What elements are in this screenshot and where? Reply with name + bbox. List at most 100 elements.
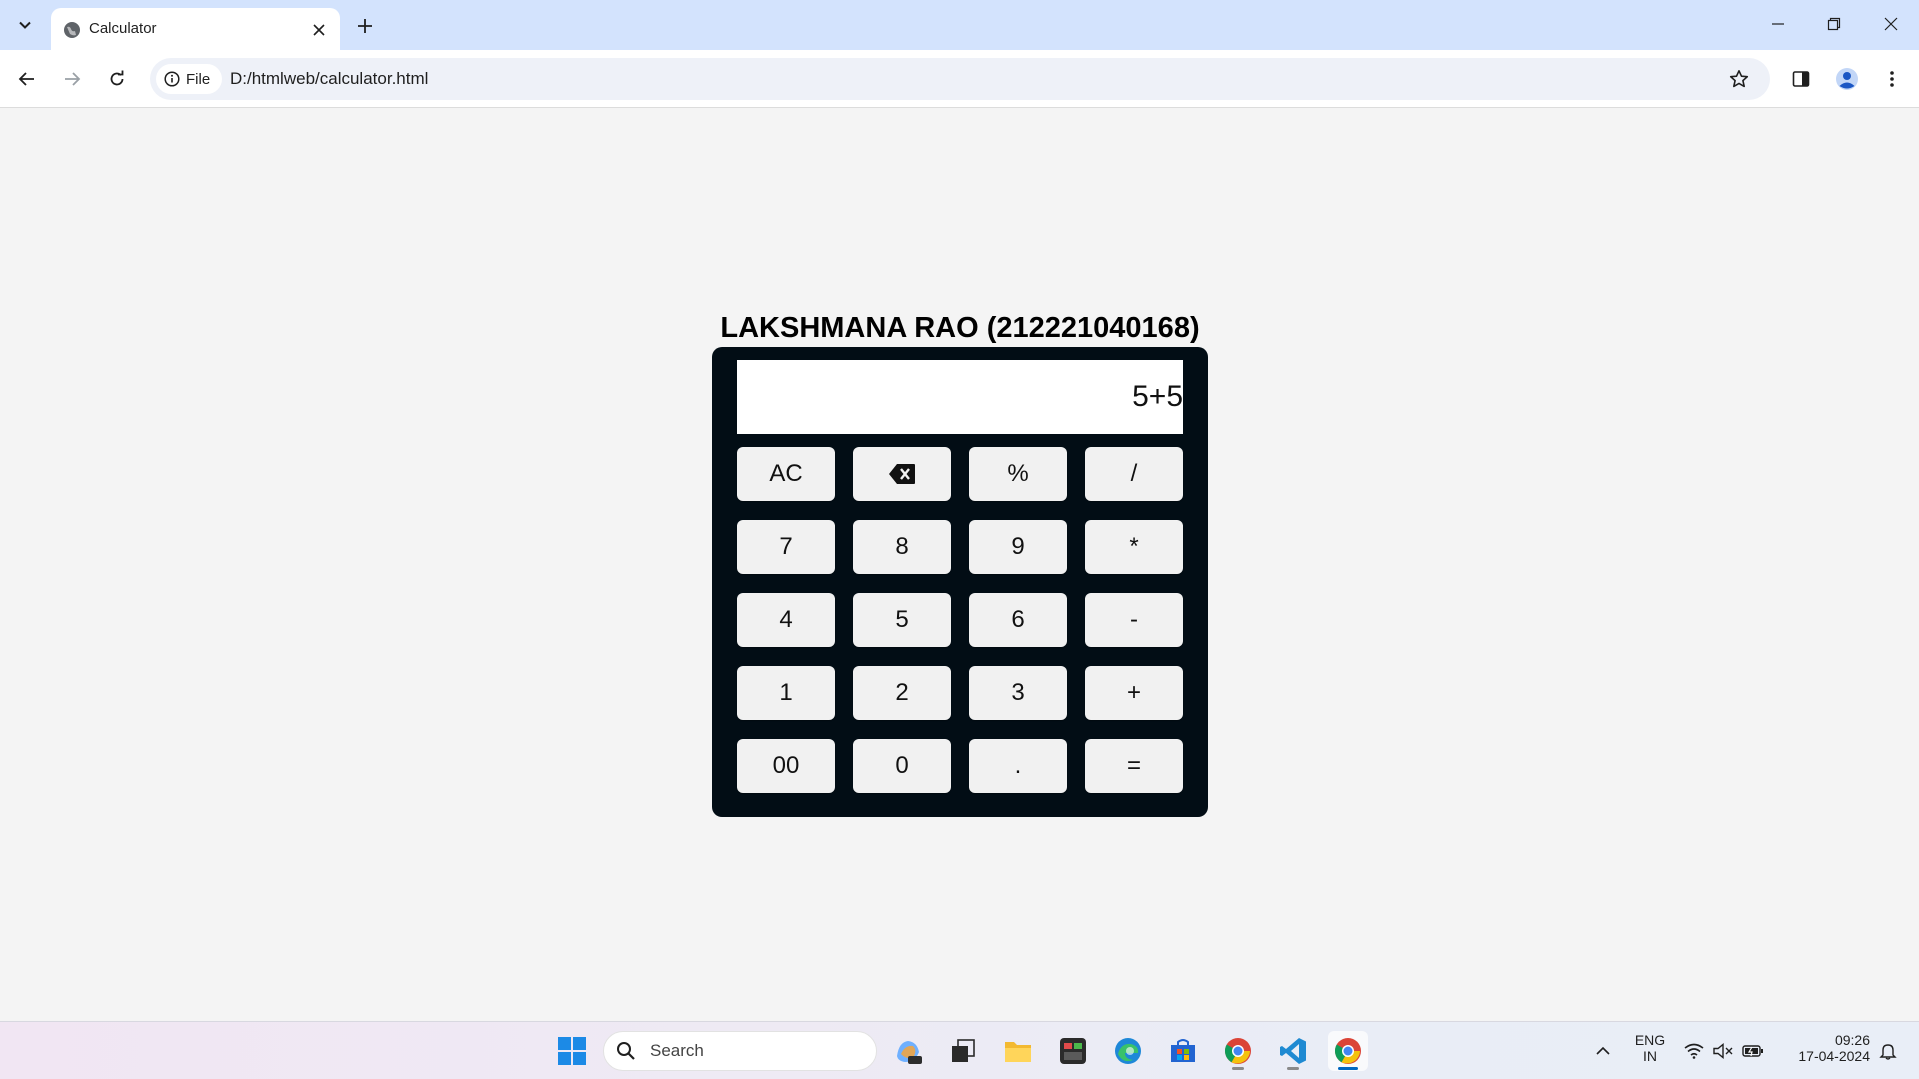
key-backspace[interactable]: [853, 447, 951, 501]
new-tab-button[interactable]: [352, 13, 378, 39]
more-vert-icon: [1890, 71, 1894, 87]
browser-tab-calculator[interactable]: Calculator: [51, 8, 340, 50]
reload-button[interactable]: [99, 61, 135, 97]
taskbar-edge[interactable]: [1108, 1031, 1148, 1071]
side-panel-button[interactable]: [1783, 61, 1819, 97]
key-4[interactable]: 4: [737, 593, 835, 647]
terminal-app-icon: [1060, 1038, 1086, 1064]
star-icon: [1729, 70, 1749, 88]
arrow-left-icon: [18, 72, 34, 86]
key-5[interactable]: 5: [853, 593, 951, 647]
key-8[interactable]: 8: [853, 520, 951, 574]
taskbar-vscode[interactable]: [1273, 1031, 1313, 1071]
key-multiply[interactable]: *: [1085, 520, 1183, 574]
taskbar-copilot[interactable]: [888, 1031, 928, 1071]
taskbar-store[interactable]: [1163, 1031, 1203, 1071]
taskbar-chrome[interactable]: [1218, 1031, 1258, 1071]
key-percent[interactable]: %: [969, 447, 1067, 501]
chevron-down-icon: [19, 21, 31, 29]
chrome-icon: [1224, 1038, 1251, 1064]
key-divide[interactable]: /: [1085, 447, 1183, 501]
globe-icon: [64, 22, 80, 38]
key-label: -: [1130, 606, 1138, 633]
minimize-icon: [1772, 23, 1784, 25]
start-button[interactable]: [552, 1031, 592, 1071]
clock[interactable]: 09:26 17-04-2024: [1782, 1032, 1870, 1064]
taskbar-chrome-active[interactable]: [1328, 1031, 1368, 1071]
key-6[interactable]: 6: [969, 593, 1067, 647]
profile-avatar-icon: [1836, 68, 1858, 90]
key-label: +: [1126, 679, 1141, 706]
restore-icon: [1827, 17, 1841, 31]
reload-icon: [110, 70, 124, 86]
close-icon: [1884, 17, 1898, 31]
key-label: AC: [769, 460, 803, 487]
key-0[interactable]: 0: [853, 739, 951, 793]
edge-browser-icon: [1115, 1038, 1141, 1064]
tab-title: Calculator: [89, 20, 157, 37]
browser-menu-button[interactable]: [1874, 61, 1910, 97]
key-add[interactable]: +: [1085, 666, 1183, 720]
region-code: IN: [1643, 1048, 1657, 1064]
bookmark-star-button[interactable]: [1724, 64, 1754, 94]
plus-icon: [358, 19, 372, 33]
show-hidden-icons-button[interactable]: [1583, 1031, 1623, 1071]
calculator-display[interactable]: 5+5: [737, 360, 1183, 434]
info-icon: [164, 71, 180, 87]
key-7[interactable]: 7: [737, 520, 835, 574]
taskbar-task-view[interactable]: [943, 1031, 983, 1071]
quick-settings-button[interactable]: [1680, 1031, 1768, 1071]
key-label: 4: [779, 606, 793, 633]
language-indicator[interactable]: ENG IN: [1628, 1032, 1672, 1064]
key-label: 2: [895, 679, 909, 706]
key-2[interactable]: 2: [853, 666, 951, 720]
clock-time: 09:26: [1834, 1032, 1870, 1048]
key-clear-all[interactable]: AC: [737, 447, 835, 501]
tab-search-button[interactable]: [8, 9, 42, 41]
tab-close-button[interactable]: [309, 20, 329, 40]
back-button[interactable]: [9, 61, 45, 97]
site-info-chip[interactable]: File: [156, 64, 222, 94]
bell-icon: [1879, 1044, 1897, 1060]
key-3[interactable]: 3: [969, 666, 1067, 720]
browser-tab-strip: Calculator: [0, 0, 1919, 50]
side-panel-icon: [1792, 71, 1810, 87]
forward-button[interactable]: [54, 61, 90, 97]
active-indicator: [1338, 1067, 1358, 1070]
running-indicator: [1287, 1067, 1299, 1070]
profile-button[interactable]: [1829, 61, 1865, 97]
key-label: 9: [1011, 533, 1025, 560]
taskbar-app-dark[interactable]: [1053, 1031, 1093, 1071]
site-chip-label: File: [186, 70, 211, 88]
taskbar-search[interactable]: Search: [603, 1031, 877, 1071]
search-icon: [617, 1042, 635, 1060]
taskbar-file-explorer[interactable]: [998, 1031, 1038, 1071]
notifications-button[interactable]: [1868, 1031, 1908, 1071]
address-bar[interactable]: File D:/htmlweb/calculator.html: [150, 58, 1770, 100]
key-double-zero[interactable]: 00: [737, 739, 835, 793]
task-view-icon: [952, 1039, 975, 1062]
language-code: ENG: [1634, 1032, 1666, 1048]
key-decimal[interactable]: .: [969, 739, 1067, 793]
key-label: 5: [895, 606, 909, 633]
page-title: LAKSHMANA RAO (212221040168): [720, 312, 1200, 344]
windows-start-icon: [558, 1037, 586, 1065]
battery-charging-icon: [1741, 1045, 1763, 1057]
key-label: =: [1126, 752, 1141, 779]
store-icon: [1171, 1039, 1195, 1062]
restore-button[interactable]: [1814, 8, 1854, 40]
running-indicator: [1232, 1067, 1244, 1070]
clock-date: 17-04-2024: [1798, 1048, 1870, 1064]
key-label: 6: [1011, 606, 1025, 633]
key-equals[interactable]: =: [1085, 739, 1183, 793]
key-subtract[interactable]: -: [1085, 593, 1183, 647]
vscode-icon: [1280, 1038, 1306, 1064]
key-9[interactable]: 9: [969, 520, 1067, 574]
chevron-up-icon: [1596, 1046, 1610, 1055]
minimize-button[interactable]: [1758, 8, 1798, 40]
key-label: 1: [779, 679, 793, 706]
key-1[interactable]: 1: [737, 666, 835, 720]
key-label: 00: [772, 752, 800, 779]
key-label: .: [1014, 752, 1022, 779]
close-window-button[interactable]: [1871, 8, 1911, 40]
